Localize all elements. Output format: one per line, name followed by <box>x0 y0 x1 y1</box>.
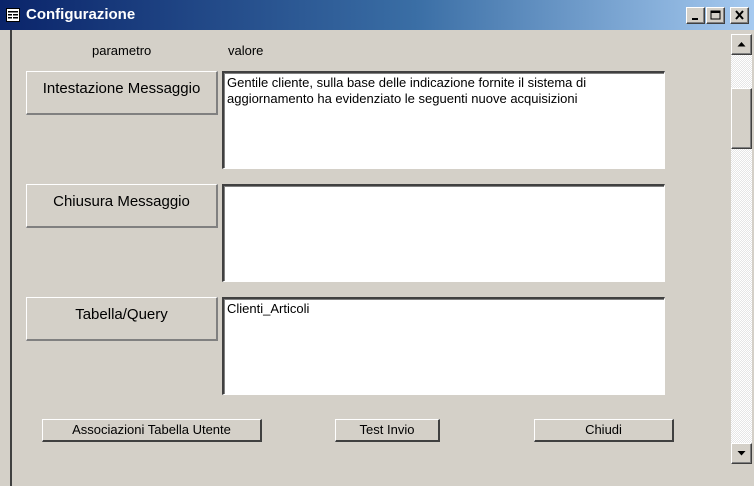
intestazione-messaggio-field[interactable]: Gentile cliente, sulla base delle indica… <box>222 71 665 169</box>
arrow-down-icon <box>737 451 746 456</box>
associazioni-tabella-utente-button[interactable]: Associazioni Tabella Utente <box>42 419 262 442</box>
title-bar[interactable]: Configurazione <box>0 0 754 30</box>
minimize-button[interactable] <box>686 7 705 24</box>
scroll-thumb[interactable] <box>731 88 752 149</box>
form-icon <box>6 8 20 22</box>
chiusura-messaggio-button[interactable]: Chiusura Messaggio <box>26 184 218 228</box>
minimize-icon <box>692 18 698 20</box>
scroll-up-button[interactable] <box>731 34 752 55</box>
maximize-icon <box>710 10 721 20</box>
configurazione-window: Configurazione parametro valore Intestaz… <box>0 0 754 486</box>
close-button[interactable] <box>730 7 749 24</box>
chiusura-messaggio-field[interactable] <box>222 184 665 282</box>
tabella-query-field[interactable]: Clienti_Articoli <box>222 297 665 395</box>
param-column-header: parametro <box>92 43 152 58</box>
arrow-up-icon <box>737 42 746 47</box>
intestazione-messaggio-button[interactable]: Intestazione Messaggio <box>26 71 218 115</box>
chiudi-button[interactable]: Chiudi <box>534 419 674 442</box>
vertical-scrollbar[interactable] <box>731 34 752 464</box>
window-title: Configurazione <box>26 6 136 23</box>
scroll-down-button[interactable] <box>731 443 752 464</box>
test-invio-button[interactable]: Test Invio <box>335 419 440 442</box>
close-icon <box>735 10 744 20</box>
maximize-button[interactable] <box>706 7 725 24</box>
value-column-header: valore <box>228 43 264 58</box>
tabella-query-button[interactable]: Tabella/Query <box>26 297 218 341</box>
window-left-border <box>10 30 12 486</box>
